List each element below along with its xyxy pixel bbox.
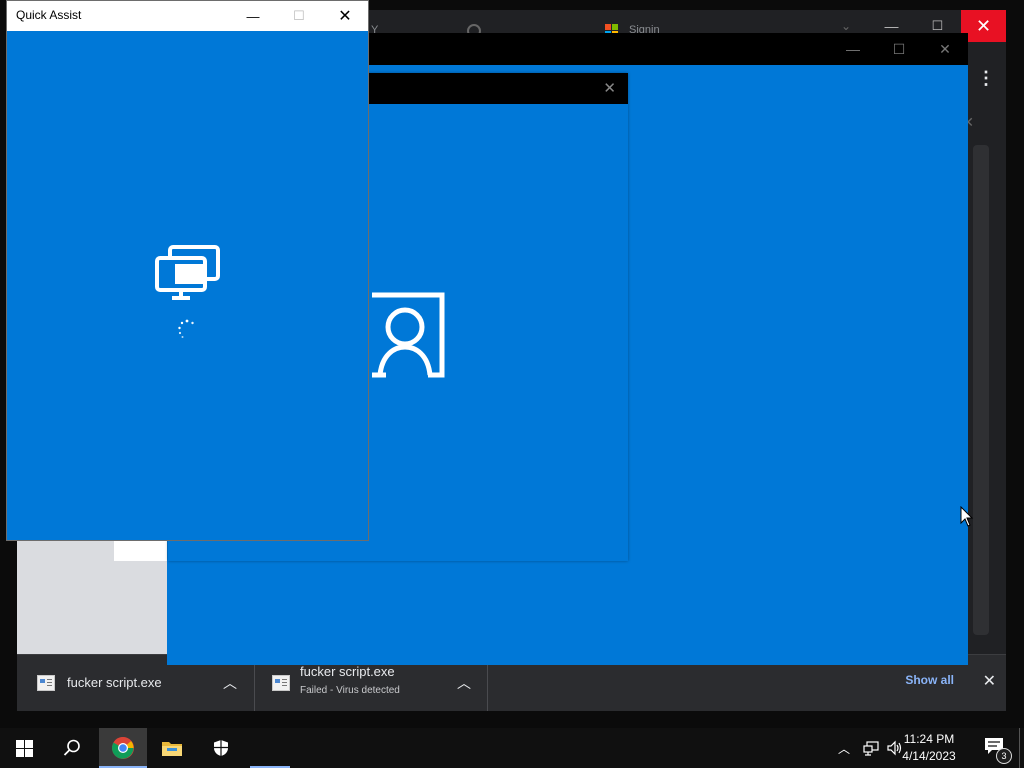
chrome-side-panel [973, 145, 989, 635]
search-button[interactable] [48, 728, 96, 768]
mouse-cursor-icon [960, 506, 974, 527]
chevron-up-icon[interactable]: ︿ [223, 673, 237, 693]
quick-assist-window: Quick Assist — ☐ ✕ [7, 1, 368, 540]
maximize-button[interactable]: ☐ [276, 1, 322, 31]
taskbar-windows-security[interactable] [197, 728, 245, 768]
show-hidden-icons-chevron-icon[interactable]: ︿ [838, 740, 850, 757]
remote-desktop-icon [155, 245, 220, 300]
maximize-button[interactable]: ☐ [876, 33, 922, 65]
download-shelf-close-icon[interactable]: ✕ [983, 671, 996, 691]
chrome-menu-icon[interactable]: ⋮ [974, 66, 998, 90]
close-button[interactable]: ✕ [322, 1, 368, 31]
notification-count-badge: 3 [996, 748, 1012, 764]
download-status: Failed - Virus detected [300, 685, 400, 696]
clock-time[interactable]: 11:24 PM [894, 732, 964, 746]
search-icon [63, 739, 80, 756]
minimize-button[interactable]: — [230, 1, 276, 31]
show-desktop-button[interactable] [1019, 728, 1024, 768]
file-explorer-icon [162, 742, 182, 756]
dialog-close-button[interactable]: ✕ [603, 79, 616, 97]
download-filename: fucker script.exe [67, 675, 162, 690]
chrome-icon [112, 737, 134, 759]
start-button[interactable] [0, 728, 48, 768]
taskbar: ︿ 11:24 PM 4/14/2023 3 [0, 728, 1024, 768]
show-all-link[interactable]: Show all [905, 673, 954, 687]
windows-security-icon [214, 740, 228, 756]
quick-assist-titlebar: Quick Assist — ☐ ✕ [7, 1, 368, 31]
close-button[interactable]: ✕ [922, 33, 968, 65]
file-icon [272, 675, 290, 691]
minimize-button[interactable]: — [830, 33, 876, 65]
user-account-icon [372, 292, 445, 378]
chevron-up-icon[interactable]: ︿ [457, 673, 471, 693]
page-content-tile [114, 538, 167, 561]
action-center-button[interactable]: 3 [982, 736, 1012, 764]
taskbar-file-explorer[interactable] [148, 728, 196, 768]
window-title: Quick Assist [16, 8, 82, 22]
network-icon[interactable] [863, 740, 879, 756]
clock-date[interactable]: 4/14/2023 [894, 749, 964, 763]
spinner-icon [178, 319, 194, 338]
start-icon [15, 739, 33, 757]
taskbar-chrome[interactable] [99, 728, 147, 768]
file-icon [37, 675, 55, 691]
download-filename: fucker script.exe [300, 664, 395, 679]
